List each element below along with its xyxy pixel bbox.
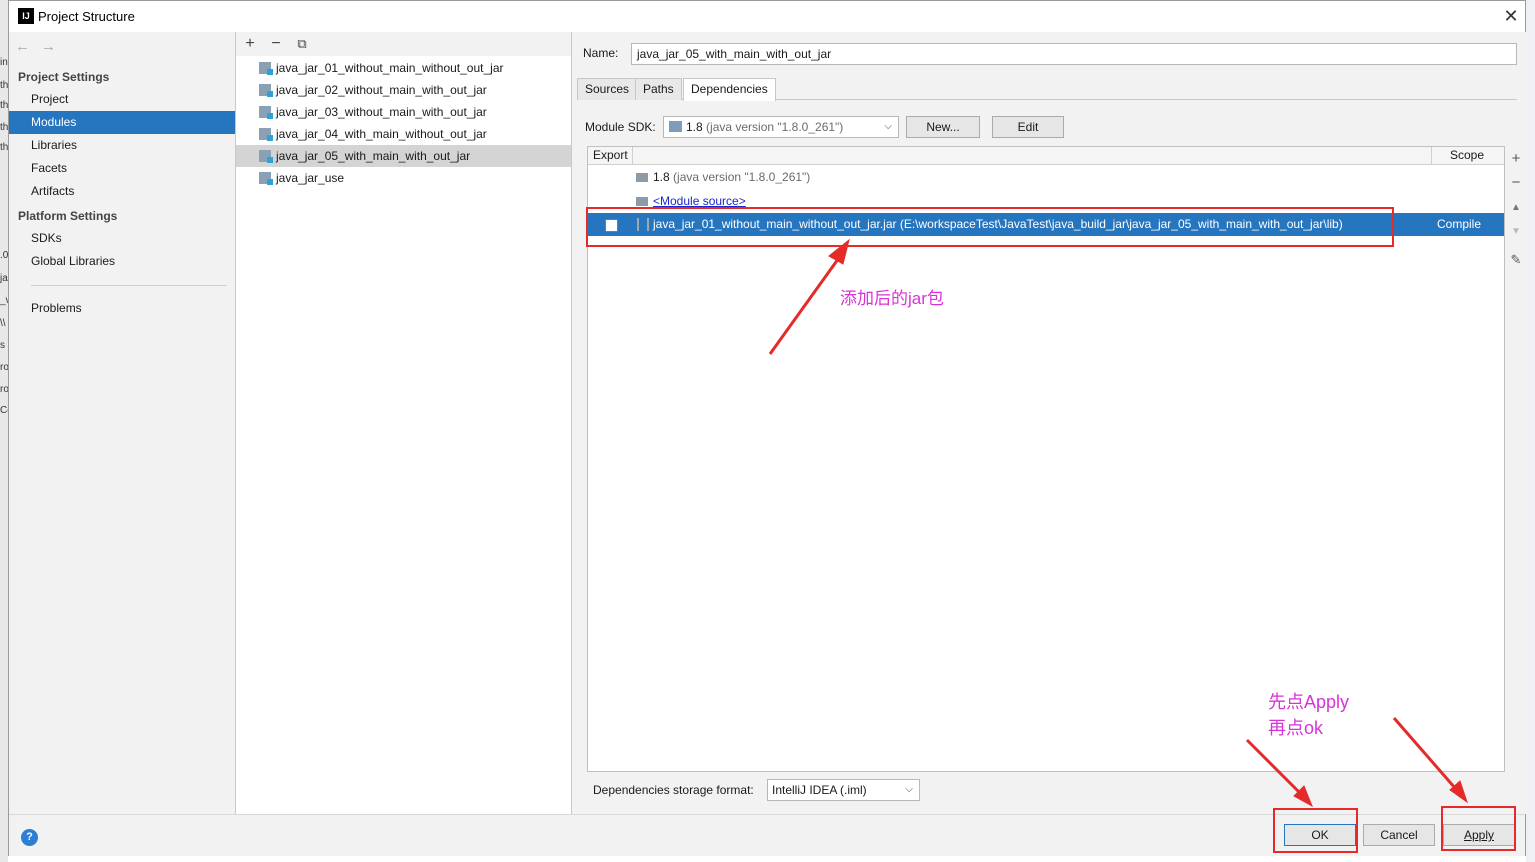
module-folder-icon <box>259 106 273 119</box>
bg-text: in <box>0 57 8 68</box>
remove-dependency-icon[interactable]: − <box>1506 174 1526 191</box>
module-folder-icon <box>259 62 273 75</box>
module-sdk-select[interactable]: 1.8 (java version "1.8.0_261") ⌵ <box>663 116 899 138</box>
annotation-highlight-box <box>586 207 1394 247</box>
module-item[interactable]: java_jar_01_without_main_without_out_jar <box>236 57 571 79</box>
edit-sdk-button[interactable]: Edit <box>992 116 1064 138</box>
module-source-folder-icon <box>636 197 648 206</box>
sidebar-item-artifacts[interactable]: Artifacts <box>9 180 235 203</box>
module-folder-icon <box>259 172 273 185</box>
module-name: java_jar_01_without_main_without_out_jar <box>276 61 504 75</box>
back-arrow-icon[interactable]: ← <box>15 38 30 55</box>
bg-text: \\ <box>0 318 6 329</box>
dependency-row-sdk[interactable]: 1.8 (java version "1.8.0_261") <box>588 166 1504 189</box>
move-down-icon[interactable]: ▼ <box>1506 226 1526 237</box>
scope-value[interactable]: Compile <box>1437 213 1481 236</box>
sdk-detail: (java version "1.8.0_261") <box>673 170 811 184</box>
settings-sidebar: ← → Project Settings Project Modules Lib… <box>9 32 236 814</box>
annotation-ok-note: 再点ok <box>1268 718 1324 738</box>
new-sdk-button[interactable]: New... <box>906 116 980 138</box>
sidebar-item-facets[interactable]: Facets <box>9 157 235 180</box>
background-window-strip: in th th th th .0 ja _v \\ s ro ro Co <box>0 0 13 862</box>
modules-panel: + − ⧉ java_jar_01_without_main_without_o… <box>236 32 572 814</box>
new-sdk-button-text: New... <box>926 120 960 134</box>
module-name: java_jar_03_without_main_with_out_jar <box>276 105 487 119</box>
forward-arrow-icon[interactable]: → <box>41 38 56 55</box>
module-item[interactable]: java_jar_use <box>236 167 571 189</box>
tab-paths[interactable]: Paths <box>635 78 682 100</box>
window-title: Project Structure <box>38 9 135 24</box>
sidebar-item-libraries[interactable]: Libraries <box>9 134 235 157</box>
sdk-version: 1.8 <box>653 170 670 184</box>
move-up-icon[interactable]: ▲ <box>1506 202 1526 213</box>
tab-sources[interactable]: Sources <box>577 78 638 100</box>
annotation-ok-box <box>1273 808 1358 853</box>
storage-format-select[interactable]: IntelliJ IDEA (.iml) ⌵ <box>767 779 920 801</box>
sidebar-item-problems[interactable]: Problems <box>9 297 235 320</box>
dependency-tools: + − ▲ ▼ ✎ <box>1506 146 1527 772</box>
background-window-strip-right <box>1526 0 1535 862</box>
module-name: java_jar_05_with_main_with_out_jar <box>276 149 471 163</box>
sidebar-item-modules[interactable]: Modules <box>9 111 235 134</box>
module-name-input[interactable]: java_jar_05_with_main_with_out_jar <box>631 43 1517 65</box>
sidebar-item-project[interactable]: Project <box>9 88 235 111</box>
module-item[interactable]: java_jar_04_with_main_without_out_jar <box>236 123 571 145</box>
scope-column-header[interactable]: Scope <box>1450 148 1484 162</box>
bg-text: s <box>0 340 5 351</box>
title-bar: IJ Project Structure ✕ <box>9 1 1525 32</box>
copy-icon[interactable]: ⧉ <box>292 34 312 54</box>
intellij-icon: IJ <box>18 8 34 24</box>
add-dependency-icon[interactable]: + <box>1506 150 1526 167</box>
dependency-text: 1.8 (java version "1.8.0_261") <box>653 166 810 189</box>
sdk-detail: (java version "1.8.0_261") <box>706 120 844 134</box>
modules-toolbar: + − ⧉ <box>236 32 571 56</box>
platform-settings-heading: Platform Settings <box>18 209 118 223</box>
export-column-header[interactable]: Export <box>593 148 628 162</box>
module-folder-icon <box>259 128 273 141</box>
sdk-folder-icon <box>636 173 648 182</box>
sidebar-item-global-libraries[interactable]: Global Libraries <box>9 250 235 273</box>
module-name: java_jar_02_without_main_with_out_jar <box>276 83 487 97</box>
module-tabs: Sources Paths Dependencies <box>577 78 1517 101</box>
module-folder-icon <box>259 150 273 163</box>
module-sdk-label: Module SDK: <box>585 120 656 134</box>
annotation-apply-note: 先点Apply <box>1268 692 1350 712</box>
close-icon[interactable]: ✕ <box>1499 4 1523 28</box>
cancel-button[interactable]: Cancel <box>1363 824 1435 846</box>
storage-format-label: Dependencies storage format: <box>593 783 754 797</box>
add-icon[interactable]: + <box>240 34 260 54</box>
remove-icon[interactable]: − <box>266 34 286 54</box>
chevron-down-icon: ⌵ <box>884 121 892 132</box>
table-header: Export Scope <box>588 147 1504 165</box>
module-name: java_jar_04_with_main_without_out_jar <box>276 127 487 141</box>
annotation-apply-box <box>1441 806 1516 851</box>
sidebar-divider <box>31 285 227 286</box>
storage-format-value: IntelliJ IDEA (.iml) <box>772 783 867 797</box>
sdk-folder-icon <box>669 121 682 132</box>
sdk-version: 1.8 <box>686 120 703 134</box>
module-item[interactable]: java_jar_03_without_main_with_out_jar <box>236 101 571 123</box>
help-icon[interactable]: ? <box>21 829 38 846</box>
annotation-jar-note: 添加后的jar包 <box>840 289 944 308</box>
column-divider <box>632 147 633 165</box>
project-settings-heading: Project Settings <box>18 70 110 84</box>
module-item[interactable]: java_jar_02_without_main_with_out_jar <box>236 79 571 101</box>
edit-pencil-icon[interactable]: ✎ <box>1506 252 1526 268</box>
module-name: java_jar_use <box>276 171 345 185</box>
module-detail-panel: Name: java_jar_05_with_main_with_out_jar… <box>573 32 1527 814</box>
bg-text: ja <box>0 273 8 284</box>
name-label: Name: <box>583 46 619 60</box>
sidebar-item-sdks[interactable]: SDKs <box>9 227 235 250</box>
column-divider <box>1431 147 1432 165</box>
module-item-selected[interactable]: java_jar_05_with_main_with_out_jar <box>236 145 571 167</box>
chevron-down-icon: ⌵ <box>905 784 913 795</box>
module-folder-icon <box>259 84 273 97</box>
tab-dependencies[interactable]: Dependencies <box>683 78 776 101</box>
